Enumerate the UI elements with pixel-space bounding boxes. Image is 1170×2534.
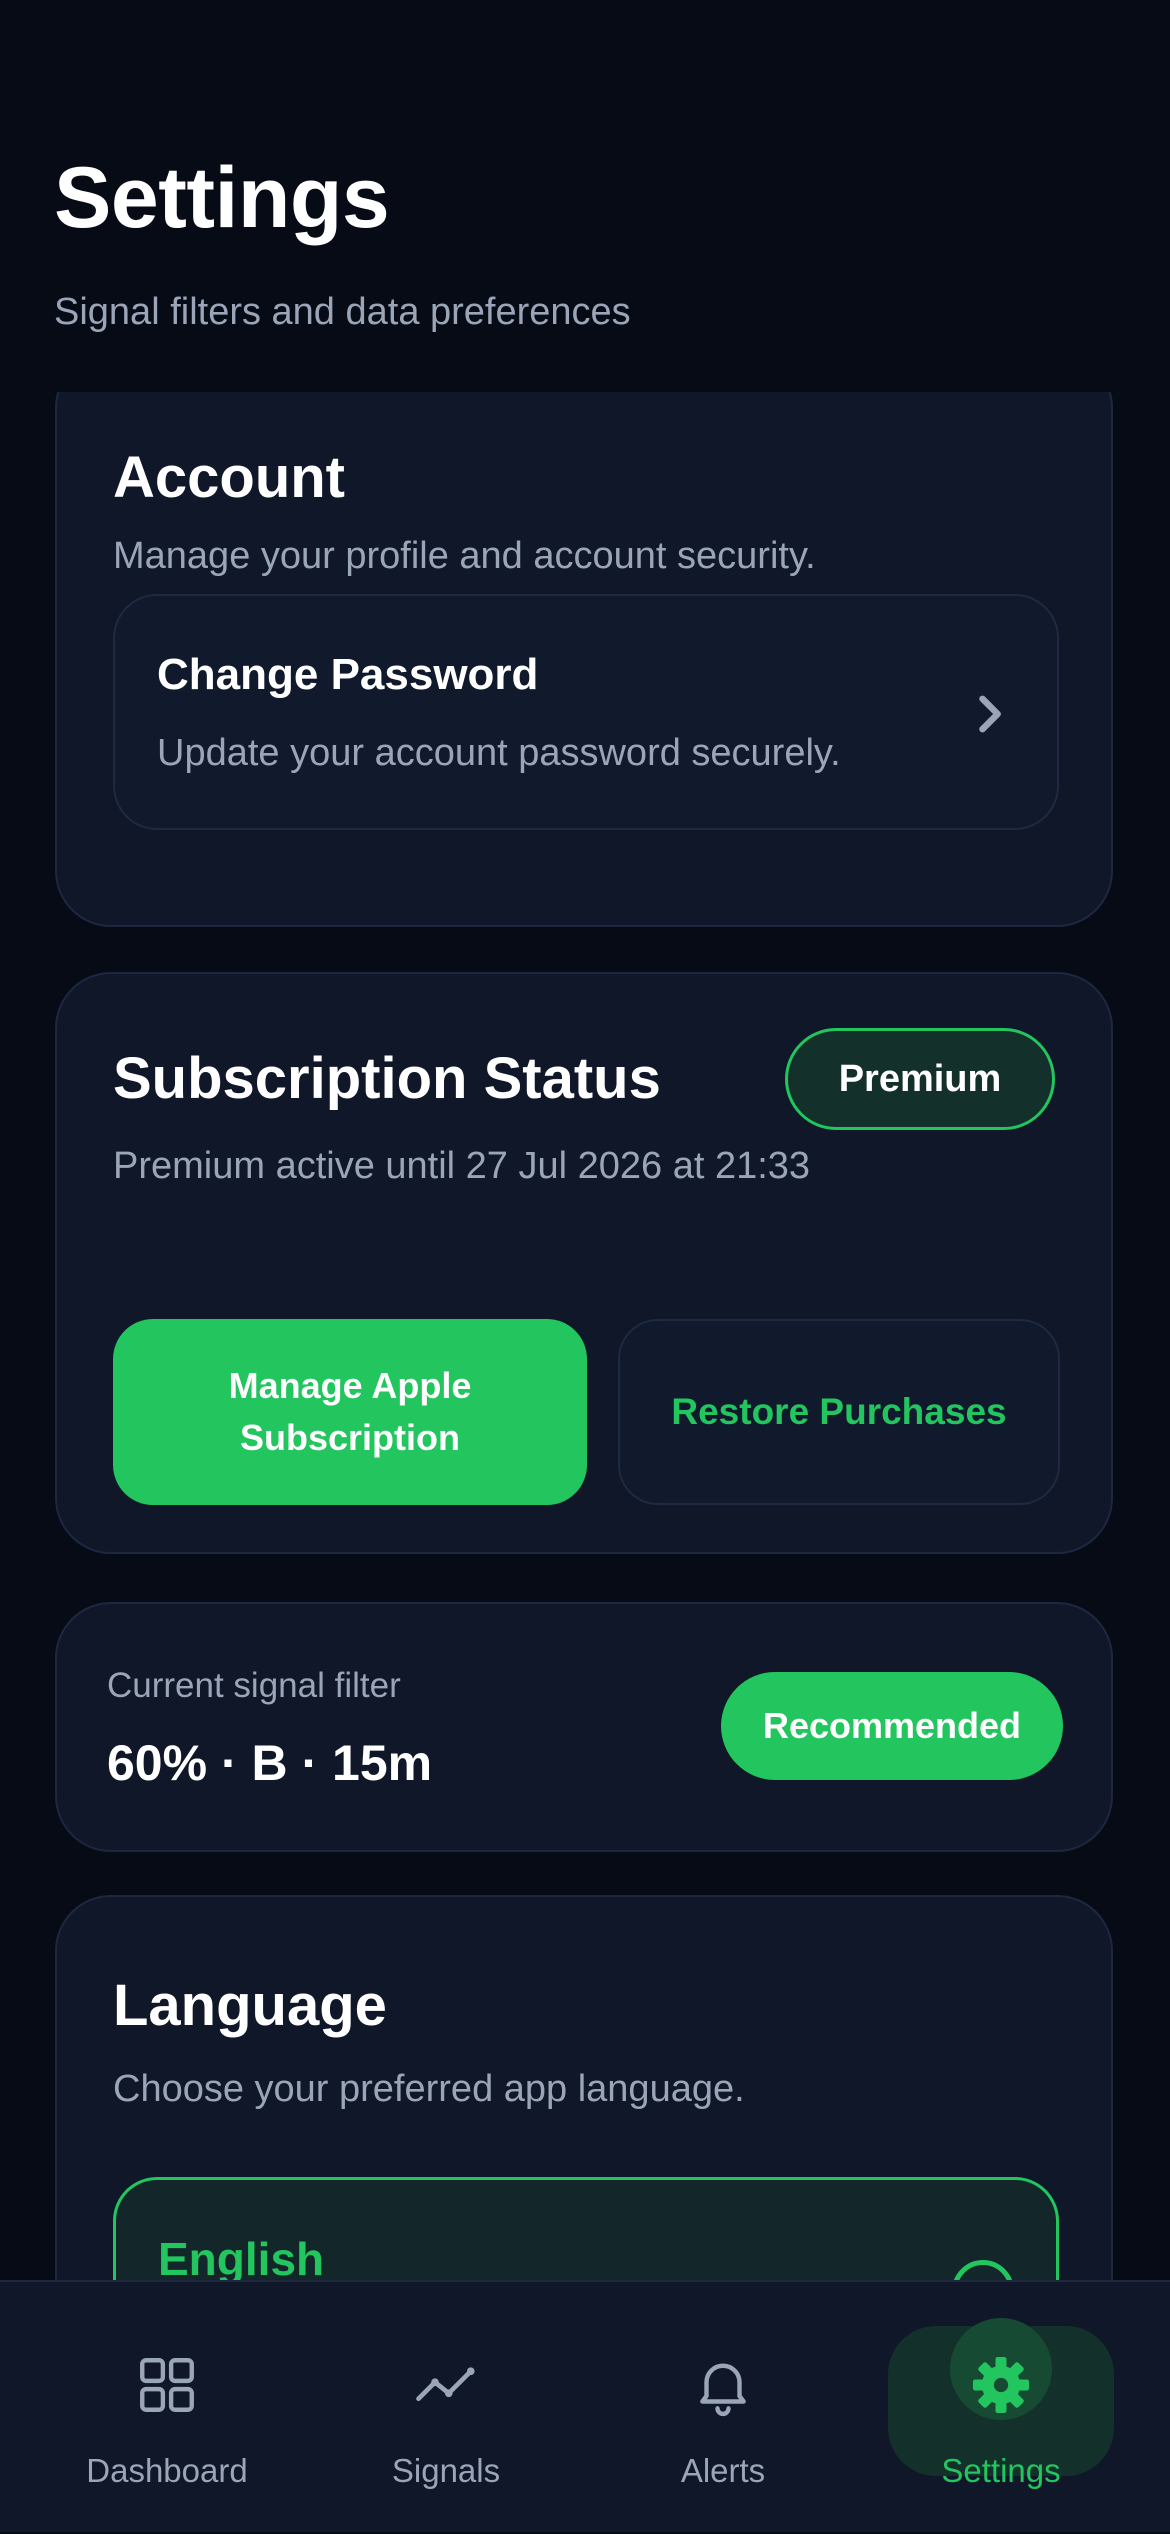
language-title: Language — [113, 1973, 387, 2038]
gear-icon — [972, 2356, 1030, 2414]
subscription-status-text: Premium active until 27 Jul 2026 at 21:3… — [113, 1145, 811, 1187]
subscription-card: Subscription Status Premium Premium acti… — [55, 972, 1113, 1554]
change-password-button[interactable]: Change Password Update your account pass… — [113, 594, 1059, 830]
language-option-label: English — [158, 2233, 325, 2280]
account-description: Manage your profile and account security… — [113, 535, 816, 577]
chevron-right-icon — [979, 695, 1001, 733]
radio-selected-icon — [952, 2260, 1014, 2280]
language-option-english[interactable]: English — [113, 2177, 1059, 2280]
settings-scroll-area[interactable]: Account Manage your profile and account … — [0, 392, 1170, 2280]
tab-alerts[interactable]: Alerts — [603, 2282, 843, 2534]
manage-apple-subscription-button[interactable]: Manage Apple Subscription — [113, 1319, 587, 1505]
tab-signals[interactable]: Signals — [326, 2282, 566, 2534]
tab-bar: Dashboard Signals Alerts Settings — [0, 2280, 1170, 2532]
tab-settings[interactable]: Settings — [881, 2282, 1121, 2534]
premium-badge: Premium — [785, 1028, 1055, 1130]
change-password-description: Update your account password securely. — [157, 732, 841, 774]
restore-purchases-button[interactable]: Restore Purchases — [618, 1319, 1060, 1505]
page-header: Settings Signal filters and data prefere… — [0, 0, 1170, 392]
page-subtitle: Signal filters and data preferences — [54, 291, 631, 333]
signals-icon — [416, 2367, 475, 2402]
recommended-badge[interactable]: Recommended — [721, 1672, 1063, 1780]
bell-icon — [700, 2363, 746, 2416]
change-password-title: Change Password — [157, 650, 539, 699]
tab-label-signals: Signals — [391, 2452, 501, 2489]
language-card: Language Choose your preferred app langu… — [55, 1895, 1113, 2280]
dashboard-icon — [140, 2358, 194, 2412]
tab-label-dashboard: Dashboard — [86, 2452, 248, 2489]
signal-filter-value: 60% · B · 15m — [107, 1735, 433, 1791]
tab-label-alerts: Alerts — [680, 2452, 766, 2489]
signal-filter-card[interactable]: Current signal filter 60% · B · 15m Reco… — [55, 1602, 1113, 1852]
account-title: Account — [113, 445, 345, 510]
page-title: Settings — [54, 150, 390, 246]
account-card: Account Manage your profile and account … — [55, 392, 1113, 927]
subscription-title: Subscription Status — [113, 1046, 661, 1111]
tab-dashboard[interactable]: Dashboard — [47, 2282, 287, 2534]
tab-label-settings: Settings — [941, 2452, 1061, 2489]
language-description: Choose your preferred app language. — [113, 2068, 745, 2110]
signal-filter-label: Current signal filter — [107, 1666, 401, 1705]
